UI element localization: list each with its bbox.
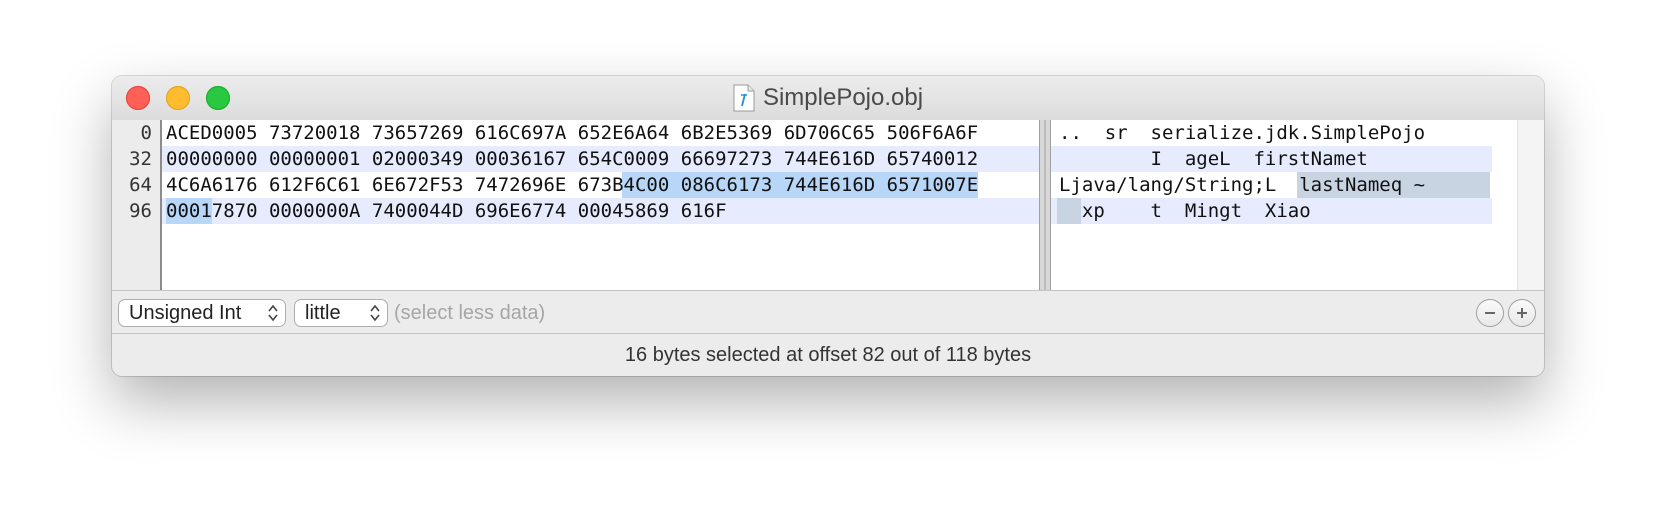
endianness-value: little [305,302,341,324]
ascii-pane[interactable]: .. sr serialize.jdk.SimplePojo I ageL fi… [1051,120,1544,290]
hex-row[interactable]: ACED0005 73720018 73657269 616C697A 652E… [166,120,978,146]
remove-inspector-button[interactable] [1476,299,1504,327]
inspector-hint: (select less data) [394,302,546,324]
window-title: SimplePojo.obj [762,84,924,111]
line-offset: 32 [129,148,152,170]
pane-splitter[interactable] [1039,120,1051,290]
line-number-gutter: 0 32 64 96 [112,120,162,290]
ascii-row[interactable]: xp t Mingt Xiao [1059,198,1311,224]
title-group: SimplePojo.obj [112,76,1544,120]
hex-pane[interactable]: 0 32 64 96 ACED0005 73720018 73657269 61… [112,120,1039,290]
updown-chevron-icon [268,304,278,322]
status-text: 16 bytes selected at offset 82 out of 11… [624,343,1032,366]
status-bar: 16 bytes selected at offset 82 out of 11… [112,334,1544,376]
plus-icon [1517,308,1527,318]
line-offset: 96 [129,200,152,222]
add-inspector-button[interactable] [1508,299,1536,327]
endianness-popup[interactable]: little [294,299,388,327]
document-icon [733,84,755,112]
vertical-scrollbar[interactable] [1517,120,1544,290]
hex-row[interactable]: 4C6A6176 612F6C61 6E672F53 7472696E 673B… [166,172,978,198]
updown-chevron-icon [370,304,380,322]
ascii-row[interactable]: I ageL firstNamet [1059,146,1368,172]
ascii-row[interactable]: Ljava/lang/String;L lastNameq ~ [1059,172,1425,198]
title-bar[interactable]: SimplePojo.obj [112,76,1544,120]
hex-editor-window: SimplePojo.obj 0 32 64 96 ACED0005 73720… [112,76,1544,376]
minus-icon [1485,312,1495,314]
line-offset: 0 [140,122,152,144]
data-type-popup[interactable]: Unsigned Int [118,299,286,327]
hex-row[interactable]: 00000000 00000001 02000349 00036167 654C… [166,146,978,172]
bottom-toolbar: Unsigned Int little (select less data) [112,290,1544,334]
data-type-value: Unsigned Int [129,302,242,324]
line-offset: 64 [129,174,152,196]
ascii-row[interactable]: .. sr serialize.jdk.SimplePojo [1059,120,1425,146]
hex-row[interactable]: 00017870 0000000A 7400044D 696E6774 0004… [166,198,727,224]
